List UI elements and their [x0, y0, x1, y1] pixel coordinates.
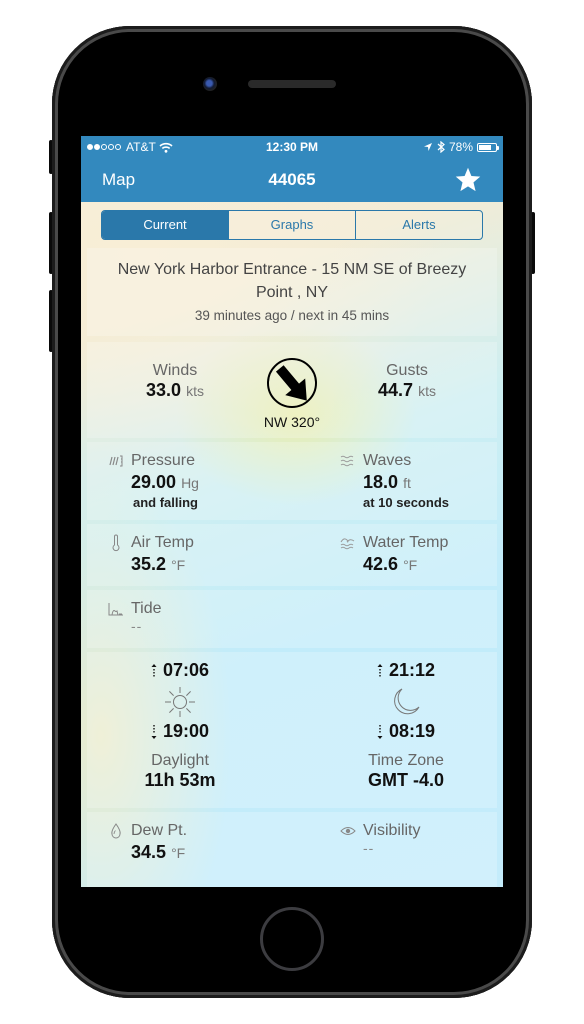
set-arrow-icon [377, 724, 383, 739]
tide-label: Tide [131, 600, 162, 617]
station-info-card: New York Harbor Entrance - 15 NM SE of B… [87, 248, 497, 336]
sun-icon [165, 687, 195, 717]
tab-graphs[interactable]: Graphs [228, 211, 355, 239]
waves-cell: Waves 18.0 ft at 10 seconds [339, 452, 449, 510]
waves-icon [340, 455, 354, 467]
rise-arrow-icon [377, 663, 383, 678]
front-camera [203, 77, 217, 91]
pressure-trend: and falling [133, 495, 198, 510]
location-arrow-icon [423, 143, 432, 151]
sun-moon-card: 07:06 19:00 Daylight 11h 53m 21:12 08:19… [87, 652, 497, 808]
station-id-title: 44065 [268, 170, 316, 189]
update-time: 39 minutes ago / next in 45 mins [194, 308, 390, 323]
home-button[interactable] [260, 907, 324, 971]
gusts-label: Gusts [386, 362, 428, 379]
eye-icon [340, 827, 356, 835]
winds-block: Winds 33.0 kts [115, 362, 235, 401]
waves-value: 18.0 [363, 472, 399, 492]
battery-level [479, 144, 492, 150]
sun-block: 07:06 19:00 Daylight 11h 53m [115, 660, 245, 791]
winds-value: 33.0 [146, 380, 182, 400]
barometer-icon [109, 455, 123, 467]
thermometer-icon [112, 534, 120, 552]
tide-row: Tide -- [87, 590, 497, 648]
waves-label: Waves [363, 452, 412, 469]
daylight-value: 11h 53m [144, 770, 216, 790]
wind-direction-icon [267, 358, 317, 408]
moonrise-time: 21:12 [388, 660, 436, 680]
battery-icon [477, 142, 499, 152]
water-temp-icon [340, 538, 355, 550]
dew-point-cell: Dew Pt. 34.5 °F [107, 822, 187, 863]
tide-cell: Tide -- [107, 600, 162, 634]
timezone-value: GMT -4.0 [367, 770, 444, 790]
moon-block: 21:12 08:19 Time Zone GMT -4.0 [341, 660, 471, 791]
water-temp-value: 42.6 [363, 554, 399, 574]
pressure-cell: Pressure 29.00 Hg and falling [107, 452, 199, 510]
battery-percent: 78% [448, 140, 473, 154]
tide-value: -- [131, 618, 143, 634]
sunset-time: 19:00 [162, 721, 210, 741]
air-temp-label: Air Temp [131, 534, 194, 551]
rise-arrow-icon [151, 663, 157, 678]
water-temp-unit: °F [403, 557, 418, 573]
timezone-label: Time Zone [368, 752, 444, 769]
navigation-bar: Map 44065 [81, 158, 503, 202]
visibility-cell: Visibility -- [339, 822, 421, 856]
dew-visibility-row: Dew Pt. 34.5 °F Visibility -- [87, 812, 497, 887]
air-temp-value: 35.2 [131, 554, 167, 574]
wind-card: Winds 33.0 kts NW 320° Gusts 44.7 kts [87, 342, 497, 438]
waves-unit: ft [403, 475, 411, 491]
winds-unit: kts [186, 383, 204, 399]
dew-point-value: 34.5 [131, 842, 167, 862]
visibility-label: Visibility [363, 822, 421, 839]
view-tabs: Current Graphs Alerts [101, 210, 483, 240]
temperature-row: Air Temp 35.2 °F Water Temp 42.6 °F [87, 524, 497, 586]
pressure-unit: Hg [181, 475, 199, 491]
sunrise-time: 07:06 [162, 660, 210, 680]
air-temp-cell: Air Temp 35.2 °F [107, 534, 194, 575]
wind-direction-label: NW 320° [263, 414, 321, 430]
pressure-value: 29.00 [131, 472, 177, 492]
gusts-unit: kts [418, 383, 436, 399]
waves-period: at 10 seconds [363, 495, 449, 510]
visibility-value: -- [363, 840, 375, 856]
tide-chart-icon [108, 603, 123, 616]
pressure-waves-row: Pressure 29.00 Hg and falling Waves 18.0… [87, 442, 497, 520]
map-back-button[interactable]: Map [102, 170, 135, 190]
dew-point-unit: °F [171, 845, 186, 861]
status-bar: AT&T 12:30 PM 78% [81, 136, 503, 158]
moonset-time: 08:19 [388, 721, 436, 741]
water-temp-cell: Water Temp 42.6 °F [339, 534, 448, 575]
dew-point-label: Dew Pt. [131, 822, 188, 839]
moon-icon [394, 688, 420, 715]
winds-label: Winds [152, 362, 198, 379]
air-temp-unit: °F [171, 557, 186, 573]
tab-alerts[interactable]: Alerts [355, 211, 482, 239]
app-screen: AT&T 12:30 PM 78% Map 44065 Current Grap… [81, 136, 503, 887]
water-temp-label: Water Temp [363, 534, 449, 551]
daylight-label: Daylight [151, 752, 209, 769]
pressure-label: Pressure [131, 452, 196, 469]
droplet-icon [111, 823, 121, 839]
star-icon[interactable] [454, 166, 482, 194]
bluetooth-icon [437, 141, 445, 153]
tab-current[interactable]: Current [102, 211, 228, 239]
gusts-value: 44.7 [378, 380, 414, 400]
set-arrow-icon [151, 724, 157, 739]
gusts-block: Gusts 44.7 kts [347, 362, 467, 401]
station-name: New York Harbor Entrance - 15 NM SE of B… [117, 261, 467, 301]
earpiece-speaker [248, 80, 336, 88]
